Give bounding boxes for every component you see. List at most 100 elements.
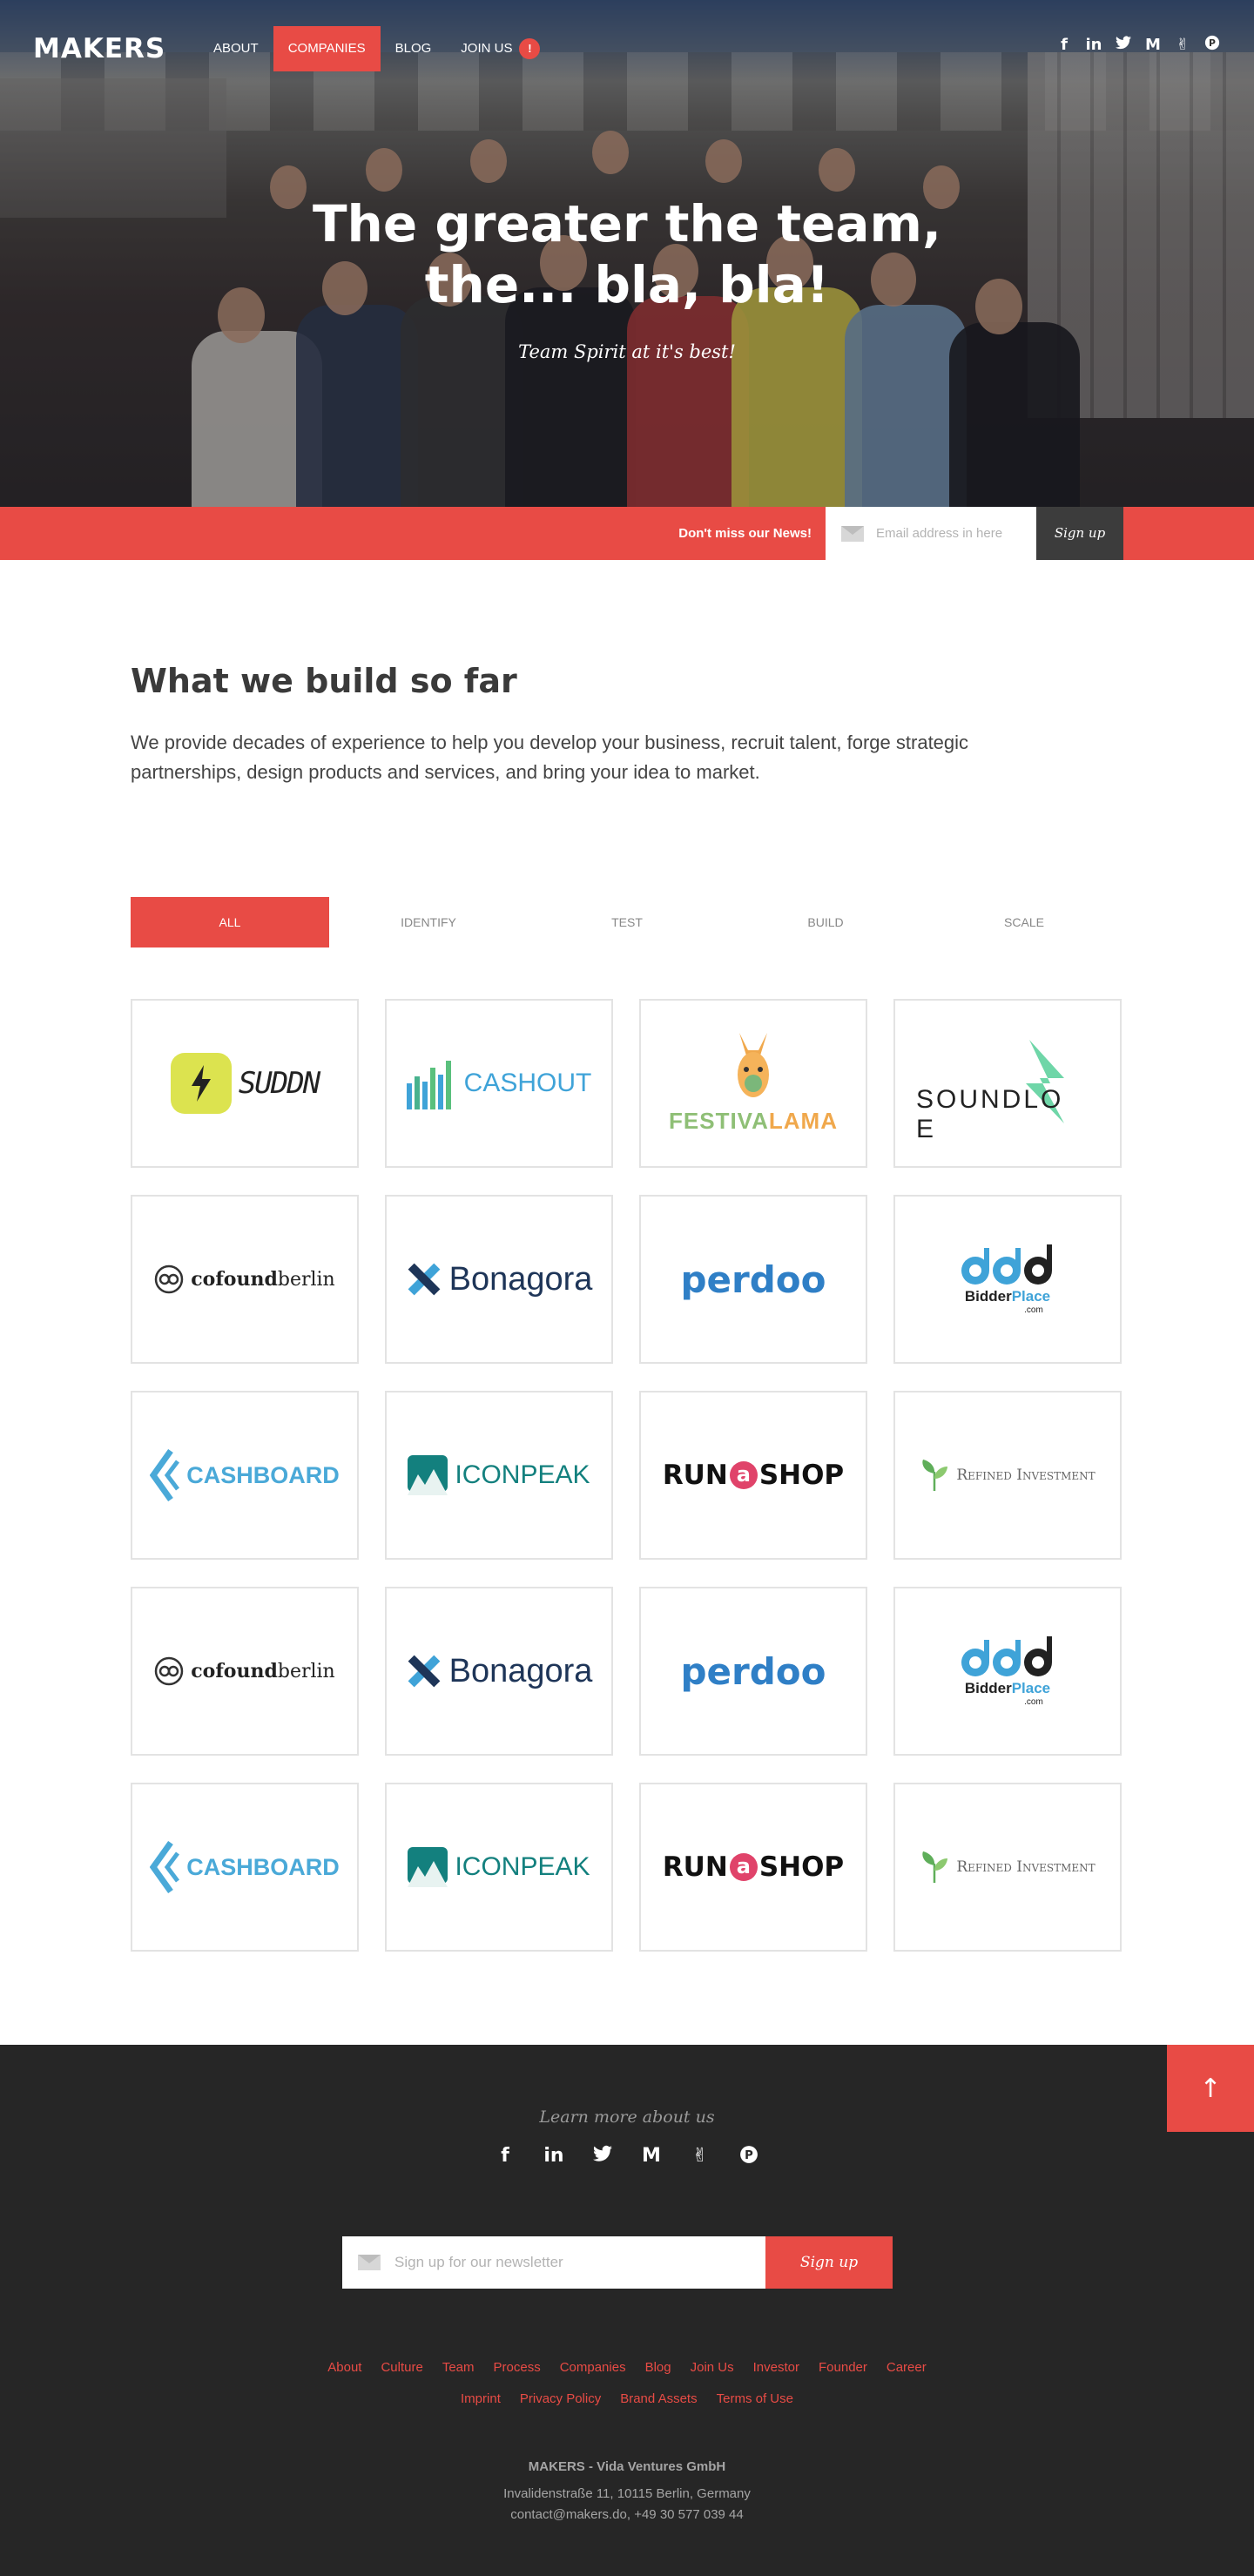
tab-build[interactable]: Build bbox=[726, 897, 925, 947]
company-card-cofoundberlin-2[interactable]: cofoundberlin bbox=[131, 1587, 359, 1756]
bidderplace-logo: BidderPlace .com bbox=[960, 1635, 1055, 1707]
footer-link-terms[interactable]: Terms of Use bbox=[717, 2391, 793, 2406]
facebook-icon[interactable]: f bbox=[1055, 36, 1073, 54]
companies-grid: SUDDN CASHOUT FESTIVALAMA SOUNDLOE cofou… bbox=[131, 999, 1123, 1952]
hero-title-line1: The greater the team, bbox=[312, 194, 942, 253]
makers-logo[interactable]: MAKERS bbox=[33, 33, 165, 64]
nav-item-join-us[interactable]: Join Us! bbox=[446, 26, 555, 71]
cofound-icon bbox=[155, 1264, 184, 1294]
newsletter-strip-signup-button[interactable]: Sign up bbox=[1036, 507, 1123, 560]
footer-link-investor[interactable]: Investor bbox=[753, 2360, 799, 2375]
footer-link-join-us[interactable]: Join Us bbox=[691, 2360, 734, 2375]
linkedin-icon[interactable]: in bbox=[1085, 36, 1102, 54]
producthunt-icon[interactable]: P bbox=[737, 2145, 761, 2169]
footer-link-brand-assets[interactable]: Brand Assets bbox=[620, 2391, 697, 2406]
runashop-part2: SHOP bbox=[758, 1460, 845, 1491]
facebook-icon[interactable]: f bbox=[493, 2145, 517, 2169]
medium-icon[interactable]: M bbox=[639, 2145, 664, 2169]
angellist-icon[interactable]: ✌ bbox=[688, 2145, 712, 2169]
newsletter-strip-label: Don't miss our News! bbox=[678, 526, 812, 541]
medium-icon[interactable]: M bbox=[1144, 36, 1162, 54]
company-card-bidderplace-2[interactable]: BidderPlace .com bbox=[893, 1587, 1122, 1756]
leaf-icon bbox=[922, 1460, 948, 1491]
footer-link-founder[interactable]: Founder bbox=[819, 2360, 867, 2375]
soundlove-part2: E bbox=[916, 1115, 937, 1143]
newsletter-strip-placeholder: Email address in here bbox=[876, 526, 1003, 541]
runashop-logo: RUN a SHOP bbox=[663, 1460, 844, 1491]
cofound-bold: cofound bbox=[191, 1660, 278, 1682]
bidderplace-part2: Place bbox=[1011, 1287, 1051, 1305]
twitter-icon[interactable] bbox=[1115, 36, 1132, 54]
bidderplace-logo: BidderPlace .com bbox=[960, 1244, 1055, 1315]
company-card-cashboard[interactable]: CASHBOARD bbox=[131, 1391, 359, 1560]
perdoo-logo: perdoo bbox=[680, 1649, 826, 1693]
company-card-refined-investment-2[interactable]: Refined Investment bbox=[893, 1783, 1122, 1952]
newsletter-strip-email-input[interactable]: Email address in here bbox=[826, 507, 1036, 560]
company-card-soundlove[interactable]: SOUNDLOE bbox=[893, 999, 1122, 1168]
iconpeak-logo: ICONPEAK bbox=[408, 1847, 590, 1887]
mountain-icon bbox=[408, 1455, 448, 1495]
bonagora-x-icon bbox=[408, 1263, 440, 1296]
footer-contact: contact@makers.do, +49 30 577 039 44 bbox=[510, 2507, 744, 2522]
footer-learn-more: Learn more about us bbox=[539, 2107, 715, 2127]
footer-link-process[interactable]: Process bbox=[494, 2360, 541, 2375]
tab-identify[interactable]: Identify bbox=[329, 897, 528, 947]
nav-item-companies[interactable]: Companies bbox=[273, 26, 381, 71]
twitter-icon[interactable] bbox=[590, 2145, 615, 2169]
cofoundberlin-logo: cofoundberlin bbox=[154, 1264, 335, 1294]
tab-test[interactable]: Test bbox=[528, 897, 726, 947]
llama-icon bbox=[737, 1032, 769, 1097]
runashop-a: a bbox=[729, 1461, 758, 1489]
company-card-iconpeak-2[interactable]: ICONPEAK bbox=[385, 1783, 613, 1952]
hero-title-line2: the... bla, bla! bbox=[424, 255, 830, 314]
lightning-icon bbox=[170, 1053, 232, 1114]
section-description: We provide decades of experience to help… bbox=[131, 732, 969, 783]
footer-links-legal: Imprint Privacy Policy Brand Assets Term… bbox=[0, 2391, 1254, 2406]
filter-tabs: All Identify Test Build Scale bbox=[131, 897, 1123, 947]
footer-company-name: MAKERS - Vida Ventures GmbH bbox=[528, 2459, 726, 2474]
company-card-cofoundberlin[interactable]: cofoundberlin bbox=[131, 1195, 359, 1364]
mail-icon bbox=[358, 2255, 381, 2270]
company-card-cashboard-2[interactable]: CASHBOARD bbox=[131, 1783, 359, 1952]
company-card-runashop-2[interactable]: RUN a SHOP bbox=[639, 1783, 867, 1952]
company-card-refined-investment[interactable]: Refined Investment bbox=[893, 1391, 1122, 1560]
company-card-bonagora[interactable]: Bonagora bbox=[385, 1195, 613, 1364]
angellist-icon[interactable]: ✌ bbox=[1174, 36, 1191, 54]
festivalama-part1: FESTIVA bbox=[669, 1107, 769, 1134]
company-card-cashout[interactable]: CASHOUT bbox=[385, 999, 613, 1168]
nav-item-about[interactable]: About bbox=[199, 26, 273, 71]
hero-title: The greater the team, the... bla, bla! bbox=[0, 193, 1254, 315]
footer-signup-button[interactable]: Sign up bbox=[765, 2236, 893, 2289]
footer-link-team[interactable]: Team bbox=[442, 2360, 475, 2375]
tab-all[interactable]: All bbox=[131, 897, 329, 947]
footer-link-culture[interactable]: Culture bbox=[381, 2360, 422, 2375]
nav-item-blog[interactable]: Blog bbox=[381, 26, 447, 71]
company-card-perdoo-2[interactable]: perdoo bbox=[639, 1587, 867, 1756]
company-card-bonagora-2[interactable]: Bonagora bbox=[385, 1587, 613, 1756]
refined-investment-logo: Refined Investment bbox=[920, 1851, 1096, 1883]
tab-scale[interactable]: Scale bbox=[925, 897, 1123, 947]
company-card-iconpeak[interactable]: ICONPEAK bbox=[385, 1391, 613, 1560]
company-card-festivalama[interactable]: FESTIVALAMA bbox=[639, 999, 867, 1168]
bonagora-logo: Bonagora bbox=[406, 1261, 592, 1298]
footer-link-privacy[interactable]: Privacy Policy bbox=[520, 2391, 601, 2406]
newsletter-strip: Don't miss our News! Email address in he… bbox=[0, 507, 1254, 560]
company-card-bidderplace[interactable]: BidderPlace .com bbox=[893, 1195, 1122, 1364]
footer-newsletter-placeholder: Sign up for our newsletter bbox=[394, 2254, 563, 2270]
header-social-links: f in M ✌ P bbox=[1055, 35, 1221, 55]
cashboard-logo: CASHBOARD bbox=[150, 1449, 340, 1501]
footer-newsletter-input[interactable]: Sign up for our newsletter bbox=[342, 2236, 765, 2289]
footer-link-companies[interactable]: Companies bbox=[560, 2360, 626, 2375]
company-card-runashop[interactable]: RUN a SHOP bbox=[639, 1391, 867, 1560]
linkedin-icon[interactable]: in bbox=[542, 2145, 566, 2169]
footer-link-blog[interactable]: Blog bbox=[645, 2360, 671, 2375]
company-card-suddn[interactable]: SUDDN bbox=[131, 999, 359, 1168]
footer-link-career[interactable]: Career bbox=[887, 2360, 927, 2375]
perdoo-logo: perdoo bbox=[680, 1258, 826, 1301]
company-card-perdoo[interactable]: perdoo bbox=[639, 1195, 867, 1364]
producthunt-icon[interactable]: P bbox=[1203, 35, 1221, 55]
footer-link-about[interactable]: About bbox=[327, 2360, 361, 2375]
footer-link-imprint[interactable]: Imprint bbox=[461, 2391, 501, 2406]
iconpeak-logo: ICONPEAK bbox=[408, 1455, 590, 1495]
section-title: What we build so far bbox=[131, 662, 517, 700]
